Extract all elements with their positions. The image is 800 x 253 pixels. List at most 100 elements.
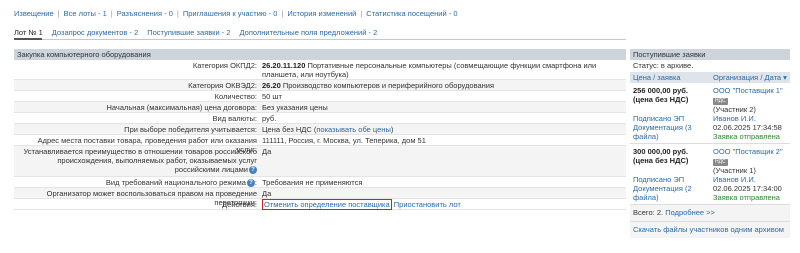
national-regime-value: Требования не применяются — [262, 178, 363, 187]
row-national-regime: Вид требований национального режима?: Тр… — [14, 177, 626, 188]
row-winner-criteria: При выборе победителя учитывается: Цена … — [14, 124, 626, 135]
top-navigation: Извещение | Все лоты - 1 | Разъяснения - 0… — [14, 6, 790, 20]
currency-label: Вид валюты: — [212, 114, 257, 123]
signed-link[interactable]: Подписано ЭП — [633, 175, 707, 184]
okpd2-text: Портативные персональные компьютеры (сов… — [262, 61, 597, 79]
row-actions: Действия: Отменить определение поставщик… — [14, 199, 626, 210]
suspend-lot-link[interactable]: Приостановить лот — [394, 200, 461, 209]
lot-details-table: Категория ОКПД2: 26.20.11.120 Портативны… — [14, 60, 626, 210]
nav-invitations[interactable]: Приглашения к участию - 0 — [183, 9, 278, 18]
bid-org-cell: ООО "Поставщик 1" НДС (Участник 2) Ивано… — [710, 83, 790, 143]
row-rebidding: Организатор может воспользоваться правом… — [14, 188, 626, 207]
nav-history[interactable]: История изменений — [287, 9, 356, 18]
row-currency: Вид валюты: руб. — [14, 113, 626, 124]
tab-lot-1[interactable]: Лот № 1 — [14, 28, 43, 37]
download-section: Скачать файлы участников одним архивом — [630, 222, 790, 238]
nav-separator: | — [57, 8, 60, 18]
okved2-code: 26.20 — [262, 81, 281, 90]
russian-priority-label-text: Устанавливается преимущество в отношении… — [23, 147, 257, 174]
row-delivery-address: Адрес места поставки товара, проведения … — [14, 135, 626, 154]
nav-statistics[interactable]: Статистика посещений - 0 — [366, 9, 457, 18]
actions-value: Отменить определение поставщика Приостан… — [259, 199, 626, 210]
nav-separator: | — [281, 8, 284, 18]
bid-price-cell: 256 000,00 руб. (цена без НДС) Подписано… — [630, 83, 710, 143]
initial-price-label: Начальная (максимальная) цена договора: — [106, 103, 257, 112]
winner-criteria-close: ) — [390, 125, 394, 134]
delivery-address-value: 111111, Россия, г. Москва, ул. Теперика,… — [262, 136, 426, 145]
bid-org-cell: ООО "Поставщик 2" НДС (Участник 1) Ивано… — [710, 144, 790, 204]
bid-price: 300 000,00 руб. (цена без НДС) — [633, 147, 689, 165]
more-details-link[interactable]: Подробнее >> — [665, 208, 715, 217]
supplier-name-link[interactable]: ООО "Поставщик 2" — [713, 147, 787, 156]
nav-clarifications[interactable]: Разъяснения - 0 — [117, 9, 173, 18]
participant-label: (Участник 1) — [713, 166, 756, 175]
active-tab-indicator — [14, 38, 42, 40]
signed-link[interactable]: Подписано ЭП — [633, 114, 707, 123]
currency-value: руб. — [262, 114, 277, 123]
row-quantity: Количество: 50 шт — [14, 91, 626, 102]
nav-notice[interactable]: Извещение — [14, 9, 54, 18]
documentation-link[interactable]: Документация (2 файла) — [633, 184, 707, 202]
bid-status: Заявка отправлена — [713, 132, 780, 141]
tab-document-request[interactable]: Дозапрос документов - 2 — [52, 28, 139, 37]
vat-badge: НДС — [713, 98, 728, 105]
rebidding-value: Да — [262, 189, 272, 198]
total-count: Всего: 2. — [633, 208, 664, 217]
delivery-address-label: Адрес места поставки товара, проведения … — [37, 136, 257, 154]
okpd2-code: 26.20.11.120 — [262, 61, 306, 70]
help-icon[interactable]: ? — [249, 166, 257, 175]
received-bids-title: Поступившие заявки — [630, 49, 790, 60]
tab-additional-fields[interactable]: Дополнительные поля предложений - 2 — [240, 28, 378, 37]
help-icon[interactable]: ? — [246, 179, 255, 188]
national-regime-label-text: Вид требований национального режима — [105, 178, 246, 187]
bid-price-cell: 300 000,00 руб. (цена без НДС) Подписано… — [630, 144, 710, 204]
russian-priority-value: Да — [262, 147, 272, 156]
winner-criteria-value: Цена без НДС (показывать обе цены) — [259, 124, 626, 134]
quantity-label: Количество: — [214, 92, 257, 101]
row-initial-price: Начальная (максимальная) цена договора: … — [14, 102, 626, 113]
received-bids-panel: Поступившие заявки Статус: в архиве. Цен… — [630, 49, 790, 238]
vat-badge: НДС — [713, 159, 728, 166]
russian-priority-label: Устанавливается преимущество в отношении… — [14, 146, 259, 176]
initial-price-value: Без указания цены — [262, 103, 328, 112]
nav-all-lots[interactable]: Все лоты - 1 — [64, 9, 107, 18]
nav-separator: | — [110, 8, 113, 18]
supplier-name-link[interactable]: ООО "Поставщик 1" — [713, 86, 787, 95]
okved2-label: Категория ОКВЭД2: — [188, 81, 257, 90]
okved2-value: 26.20 Производство компьютеров и перифер… — [259, 80, 626, 90]
documentation-link[interactable]: Документация (3 файла) — [633, 123, 707, 141]
person-link[interactable]: Иванов И.И. — [713, 114, 787, 123]
national-regime-label: Вид требований национального режима?: — [105, 178, 257, 188]
okved2-text: Производство компьютеров и периферийного… — [282, 81, 495, 90]
show-both-prices-link[interactable]: показывать обе цены — [316, 125, 390, 134]
rebidding-label: Организатор может воспользоваться правом… — [46, 189, 257, 207]
bid-status: Заявка отправлена — [713, 193, 780, 202]
bid-price: 256 000,00 руб. (цена без НДС) — [633, 86, 689, 104]
nav-separator: | — [360, 8, 363, 18]
person-link[interactable]: Иванов И.И. — [713, 175, 787, 184]
quantity-value: 50 шт — [262, 92, 282, 101]
row-okved2: Категория ОКВЭД2: 26.20 Производство ком… — [14, 80, 626, 91]
org-date-column-header[interactable]: Организация / Дата ▾ — [710, 72, 790, 83]
row-okpd2: Категория ОКПД2: 26.20.11.120 Портативны… — [14, 60, 626, 80]
row-russian-priority: Устанавливается преимущество в отношении… — [14, 146, 626, 177]
lot-tabs: Лот № 1 Дозапрос документов - 2 Поступив… — [14, 26, 790, 38]
tab-received-bids[interactable]: Поступившие заявки - 2 — [147, 28, 230, 37]
bid-date: 02.06.2025 17:34:58 — [713, 123, 782, 132]
nav-separator: | — [176, 8, 179, 18]
bids-total: Всего: 2. Подробнее >> — [630, 205, 790, 222]
cancel-supplier-selection-link[interactable]: Отменить определение поставщика — [262, 199, 392, 210]
bid-row: 256 000,00 руб. (цена без НДС) Подписано… — [630, 83, 790, 144]
download-archive-link[interactable]: Скачать файлы участников одним архивом — [633, 225, 784, 234]
archive-status: Статус: в архиве. — [630, 60, 790, 72]
okpd2-label: Категория ОКПД2: — [192, 61, 257, 70]
price-column-header[interactable]: Цена / заявка — [630, 72, 710, 83]
bid-row: 300 000,00 руб. (цена без НДС) Подписано… — [630, 144, 790, 205]
participant-label: (Участник 2) — [713, 105, 756, 114]
winner-criteria-label: При выборе победителя учитывается: — [124, 125, 257, 134]
okpd2-value: 26.20.11.120 Портативные персональные ко… — [259, 60, 626, 79]
winner-criteria-text: Цена без НДС ( — [262, 125, 317, 134]
lot-title: Закупка компьютерного оборудования — [14, 49, 626, 60]
